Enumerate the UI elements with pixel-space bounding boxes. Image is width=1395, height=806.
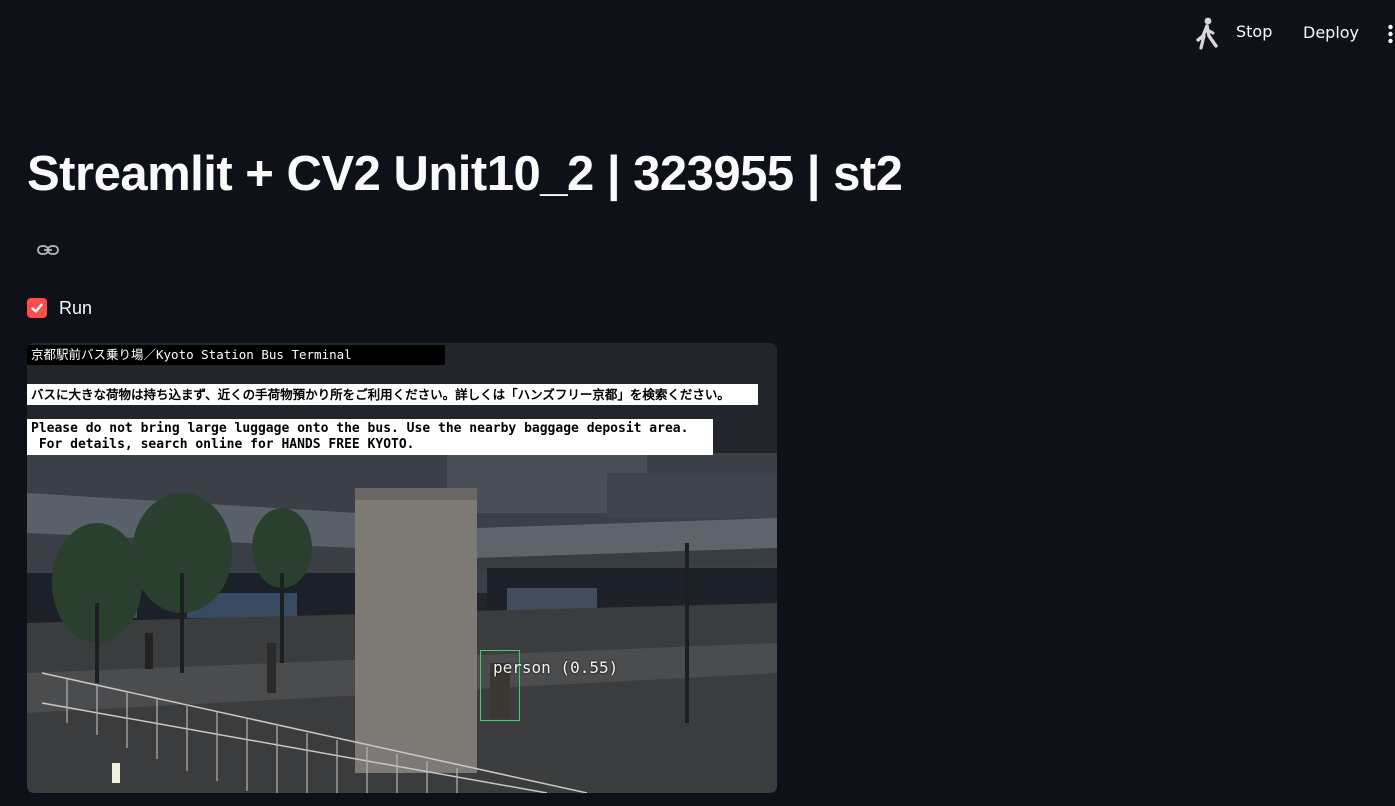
- checkbox-checked-icon[interactable]: [27, 298, 47, 318]
- deploy-button[interactable]: Deploy: [1303, 23, 1359, 42]
- running-person-icon: [1196, 17, 1218, 50]
- kebab-menu-icon[interactable]: [1386, 24, 1395, 44]
- camera-label: 京都駅前バス乗り場／Kyoto Station Bus Terminal: [27, 345, 445, 365]
- camera-scene: [27, 343, 777, 793]
- page-title: Streamlit + CV2 Unit10_2 | 323955 | st2: [27, 140, 907, 278]
- run-checkbox[interactable]: Run: [27, 296, 92, 320]
- run-checkbox-label: Run: [59, 297, 93, 318]
- page-title-text: Streamlit + CV2 Unit10_2 | 323955 | st2: [27, 147, 903, 201]
- notice-japanese: バスに大きな荷物は持ち込まず、近くの手荷物預かり所をご利用ください。詳しくは「ハ…: [27, 384, 758, 405]
- app-header: Stop Deploy: [0, 0, 1395, 64]
- detection-label: person (0.55): [493, 658, 619, 677]
- notice-english: Please do not bring large luggage onto t…: [27, 419, 713, 455]
- stop-button[interactable]: Stop: [1236, 22, 1272, 41]
- link-icon[interactable]: [37, 243, 59, 257]
- video-frame: 京都駅前バス乗り場／Kyoto Station Bus Terminal バスに…: [27, 343, 777, 793]
